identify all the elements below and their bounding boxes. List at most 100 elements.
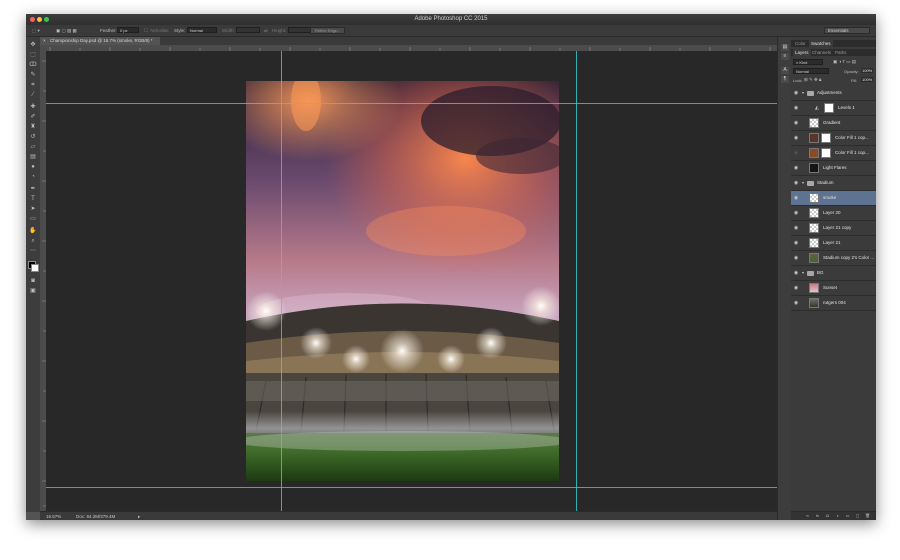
workspace-switcher[interactable]: Essentials (824, 27, 870, 34)
blur-tool-icon[interactable]: ● (29, 163, 37, 171)
delete-layer-icon[interactable]: 🗑︎ (865, 514, 870, 518)
visibility-eye-icon[interactable]: ◉ (793, 285, 799, 291)
blend-mode-select[interactable]: Normal (793, 68, 829, 74)
marquee-tool-icon[interactable]: ⬚ (29, 51, 37, 59)
path-select-tool-icon[interactable]: ➤ (29, 205, 37, 213)
layer-row-selected[interactable]: ◉ smoke (791, 191, 876, 206)
background-color-swatch[interactable] (31, 264, 39, 272)
document-tab[interactable]: × Championship Day.psd @ 16.7% (smoke, R… (40, 37, 160, 45)
crop-tool-icon[interactable]: ⌗ (29, 81, 37, 89)
layer-style-icon[interactable]: fx (815, 514, 820, 518)
healing-tool-icon[interactable]: ✚ (29, 103, 37, 111)
layer-row[interactable]: ◉ Light Flares (791, 161, 876, 176)
fill-input[interactable]: 100% (861, 77, 874, 82)
type-tool-icon[interactable]: T (29, 195, 37, 203)
visibility-eye-icon[interactable]: ◉ (793, 225, 799, 231)
layer-row[interactable]: ◉ Color Fill 1 cop... (791, 146, 876, 161)
new-layer-icon[interactable]: ▢ (855, 514, 860, 518)
brush-tool-icon[interactable]: ✐ (29, 113, 37, 121)
history-brush-icon[interactable]: ↺ (29, 133, 37, 141)
selection-mode-icons[interactable]: ▣ ▢ ▧ ▩ (56, 28, 77, 34)
quick-select-tool-icon[interactable]: ✎ (29, 71, 37, 79)
visibility-eye-icon[interactable]: ◉ (793, 300, 799, 306)
feather-input[interactable]: 0 px (117, 27, 139, 33)
visibility-eye-icon[interactable]: ◉ (793, 135, 799, 141)
height-input[interactable] (288, 27, 312, 33)
layer-row[interactable]: ◉ rutgers 004 (791, 296, 876, 311)
lasso-tool-icon[interactable]: ↀ (29, 61, 37, 69)
refine-edge-button[interactable]: Refine Edge... (310, 27, 346, 34)
layer-row[interactable]: ◉ Sunset (791, 281, 876, 296)
lock-icons[interactable]: ⊞ ✎ ✥ 🔒︎ (804, 77, 821, 83)
layer-row[interactable]: ◉ Layer 20 (791, 206, 876, 221)
properties-panel-icon[interactable]: ≡ (781, 53, 789, 60)
tab-color[interactable]: Color (793, 40, 808, 47)
zoom-level[interactable]: 16.67% (46, 514, 61, 519)
tab-paths[interactable]: Paths (833, 49, 849, 56)
opacity-input[interactable]: 100% (861, 68, 874, 73)
gradient-tool-icon[interactable]: ▤ (29, 153, 37, 161)
history-panel-icon[interactable]: ▤ (781, 44, 789, 51)
layer-row[interactable]: ◉ Layer 21 copy (791, 221, 876, 236)
adjustment-layer-icon[interactable]: ◑ (835, 514, 840, 518)
expand-arrow-icon[interactable]: ▾ (802, 270, 804, 275)
tab-layers[interactable]: Layers (793, 49, 811, 56)
guide-vertical-left[interactable] (281, 51, 282, 512)
layer-row[interactable]: ◉ Stadium copy 2's Color ... (791, 251, 876, 266)
filter-kind-select[interactable]: ⌕ Kind (793, 59, 823, 65)
antialias-checkbox[interactable]: ☐ (144, 28, 148, 34)
folder-icon (807, 271, 814, 276)
layer-row[interactable]: ◉ ▾ BG (791, 266, 876, 281)
visibility-eye-icon[interactable]: ◉ (793, 255, 799, 261)
stamp-tool-icon[interactable]: ♜ (29, 123, 37, 131)
zoom-tool-icon[interactable]: ⌕ (29, 237, 37, 245)
expand-arrow-icon[interactable]: ▾ (802, 180, 804, 185)
layer-row[interactable]: ◉ Gradient (791, 116, 876, 131)
screen-mode-icon[interactable]: ▣ (29, 287, 37, 295)
visibility-eye-icon[interactable]: ◉ (793, 165, 799, 171)
eyedropper-tool-icon[interactable]: ⁄ (29, 91, 37, 99)
link-layers-icon[interactable]: ∞ (805, 514, 810, 518)
move-tool-icon[interactable]: ✥ (29, 41, 37, 49)
visibility-eye-icon[interactable]: ◉ (793, 195, 799, 201)
close-tab-icon[interactable]: × (43, 37, 46, 45)
dodge-tool-icon[interactable]: ◔ (29, 173, 37, 181)
swap-icon[interactable]: ⇄ (264, 28, 268, 34)
filter-type-icons[interactable]: ▣ ◑ T ▭ ▤ (833, 59, 856, 65)
new-group-icon[interactable]: ▭ (845, 514, 850, 518)
expand-arrow-icon[interactable]: ▾ (802, 90, 804, 95)
tab-channels[interactable]: Channels (810, 49, 833, 56)
visibility-eye-icon[interactable]: ◉ (793, 120, 799, 126)
quick-mask-icon[interactable]: ◙ (29, 277, 37, 285)
layer-row[interactable]: ◉ ▾ Adjustments (791, 86, 876, 101)
document-canvas[interactable] (46, 51, 777, 512)
visibility-eye-icon[interactable]: ◉ (793, 240, 799, 246)
layer-row[interactable]: ◉ Layer 21 (791, 236, 876, 251)
visibility-eye-icon[interactable]: ◉ (793, 210, 799, 216)
character-panel-icon[interactable]: A (781, 67, 789, 74)
layer-name: Layer 21 (823, 240, 841, 245)
edit-toolbar-icon[interactable]: ⋯ (29, 247, 37, 255)
tab-swatches[interactable]: Swatches (809, 40, 833, 47)
add-mask-icon[interactable]: ◘ (825, 514, 830, 518)
visibility-eye-icon[interactable]: ◉ (793, 270, 799, 276)
paragraph-panel-icon[interactable]: ¶ (781, 76, 789, 83)
shape-tool-icon[interactable]: ▭ (29, 215, 37, 223)
guide-horizontal-bottom[interactable] (46, 487, 777, 488)
eraser-tool-icon[interactable]: ▱ (29, 143, 37, 151)
marquee-preset-icon[interactable]: ⬚ ▾ (32, 28, 40, 34)
guide-horizontal-top[interactable] (46, 103, 777, 104)
visibility-eye-icon[interactable]: ◉ (793, 105, 799, 111)
layer-row[interactable]: ◉ ◭ Levels 1 (791, 101, 876, 116)
status-menu-arrow-icon[interactable]: ▸ (138, 514, 140, 520)
style-select[interactable]: Normal (187, 27, 217, 33)
visibility-eye-icon[interactable]: ◉ (793, 150, 799, 156)
layer-row[interactable]: ◉ ▾ Stadium (791, 176, 876, 191)
width-input[interactable] (236, 27, 260, 33)
visibility-eye-icon[interactable]: ◉ (793, 180, 799, 186)
layer-row[interactable]: ◉ Color Fill 1 cop... (791, 131, 876, 146)
visibility-eye-icon[interactable]: ◉ (793, 90, 799, 96)
hand-tool-icon[interactable]: ✋ (29, 227, 37, 235)
pen-tool-icon[interactable]: ✒ (29, 185, 37, 193)
guide-vertical-right[interactable] (576, 51, 577, 512)
